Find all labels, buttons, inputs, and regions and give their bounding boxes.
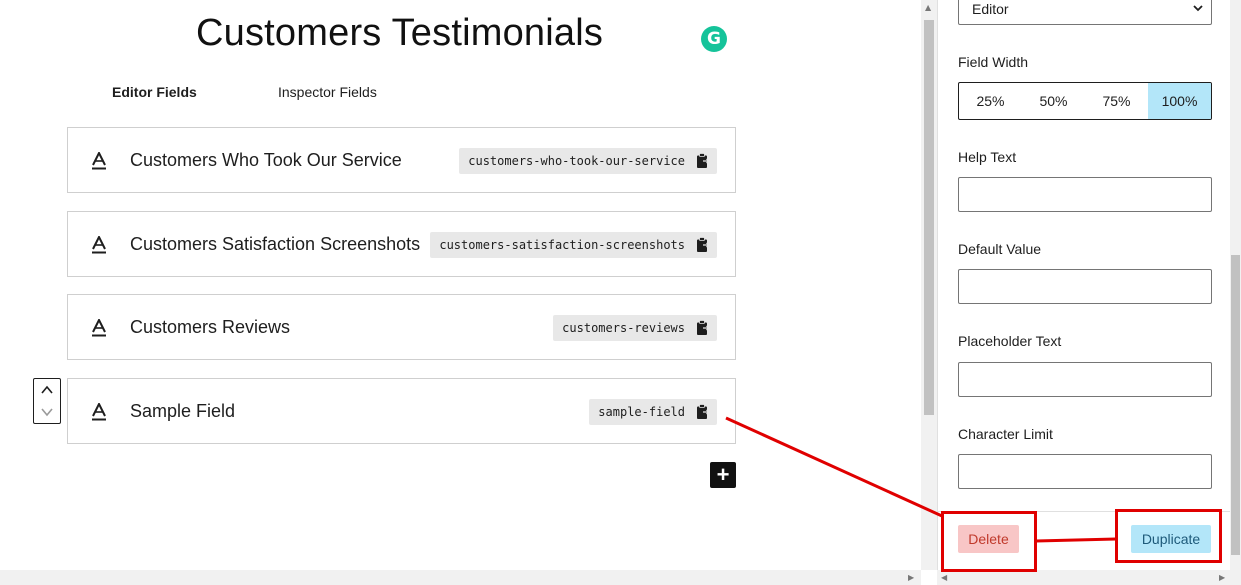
chevron-down-icon: [1193, 5, 1203, 12]
move-up-icon[interactable]: [40, 383, 54, 397]
default-value-input[interactable]: [958, 269, 1212, 304]
page-title[interactable]: Customers Testimonials: [196, 12, 603, 55]
field-tabs: Editor Fields Inspector Fields: [112, 84, 377, 100]
character-limit-label: Character Limit: [958, 426, 1053, 442]
tab-inspector-fields[interactable]: Inspector Fields: [278, 84, 377, 100]
default-value-label: Default Value: [958, 241, 1042, 257]
scroll-right-arrow-icon[interactable]: ▶: [1219, 573, 1225, 582]
scroll-left-arrow-icon[interactable]: ◀: [941, 573, 947, 582]
move-down-icon[interactable]: [40, 405, 54, 419]
field-slug: sample-field: [589, 399, 717, 425]
field-slug: customers-satisfaction-screenshots: [430, 232, 717, 258]
help-text-label: Help Text: [958, 149, 1017, 165]
copy-icon[interactable]: [696, 153, 710, 169]
canvas-horizontal-scrollbar[interactable]: ▶: [0, 570, 921, 585]
field-row[interactable]: Customers Satisfaction Screenshots custo…: [67, 211, 736, 277]
field-label: Customers Reviews: [130, 317, 291, 337]
copy-icon[interactable]: [696, 404, 710, 420]
width-option-100[interactable]: 100%: [1148, 83, 1211, 119]
field-label: Customers Satisfaction Screenshots: [130, 234, 421, 254]
editor-canvas: Customers Testimonials G Editor Fields I…: [0, 0, 921, 570]
character-limit-input[interactable]: [958, 454, 1212, 489]
duplicate-button[interactable]: Duplicate: [1131, 525, 1211, 553]
width-option-75[interactable]: 75%: [1085, 83, 1148, 119]
field-row[interactable]: Customers Reviews customers-reviews: [67, 294, 736, 360]
add-field-button[interactable]: +: [710, 462, 736, 488]
field-location-select[interactable]: Editor: [958, 0, 1212, 25]
delete-button[interactable]: Delete: [958, 525, 1019, 553]
field-label: Customers Who Took Our Service: [130, 150, 402, 170]
inspector-sidebar: Editor Field Width 25% 50% 75% 100% Help…: [937, 0, 1231, 570]
field-slug-text: customers-reviews: [562, 321, 685, 335]
text-field-icon: [92, 403, 106, 421]
sidebar-horizontal-scrollbar[interactable]: ◀ ▶: [937, 570, 1230, 585]
text-field-icon: [92, 236, 106, 254]
field-slug: customers-who-took-our-service: [459, 148, 717, 174]
field-slug-text: customers-satisfaction-screenshots: [439, 238, 685, 252]
field-width-label: Field Width: [958, 54, 1029, 70]
field-slug-text: sample-field: [598, 405, 685, 419]
field-slug-text: customers-who-took-our-service: [468, 154, 685, 168]
text-field-icon: [92, 319, 106, 337]
text-field-icon: [92, 152, 106, 170]
scroll-up-arrow-icon[interactable]: ▲: [925, 3, 931, 12]
placeholder-text-input[interactable]: [958, 362, 1212, 397]
width-option-50[interactable]: 50%: [1022, 83, 1085, 119]
block-mover: [33, 378, 61, 424]
placeholder-text-label: Placeholder Text: [958, 333, 1062, 349]
canvas-vertical-scrollbar[interactable]: ▲: [921, 0, 937, 570]
field-row-selected[interactable]: Sample Field sample-field: [67, 378, 736, 444]
grammarly-icon[interactable]: G: [701, 26, 727, 52]
footer-divider: [938, 511, 1231, 512]
field-location-value: Editor: [972, 1, 1009, 17]
copy-icon[interactable]: [696, 237, 710, 253]
canvas-scroll-thumb[interactable]: [924, 20, 934, 415]
field-row[interactable]: Customers Who Took Our Service customers…: [67, 127, 736, 193]
field-slug: customers-reviews: [553, 315, 717, 341]
sidebar-vertical-scrollbar[interactable]: [1230, 0, 1241, 585]
field-label: Sample Field: [130, 401, 236, 421]
field-width-options: 25% 50% 75% 100%: [958, 82, 1212, 120]
copy-icon[interactable]: [696, 320, 710, 336]
sidebar-scroll-thumb[interactable]: [1231, 255, 1240, 555]
tab-editor-fields[interactable]: Editor Fields: [112, 84, 197, 100]
help-text-input[interactable]: [958, 177, 1212, 212]
scroll-right-arrow-icon[interactable]: ▶: [908, 573, 914, 582]
width-option-25[interactable]: 25%: [959, 83, 1022, 119]
